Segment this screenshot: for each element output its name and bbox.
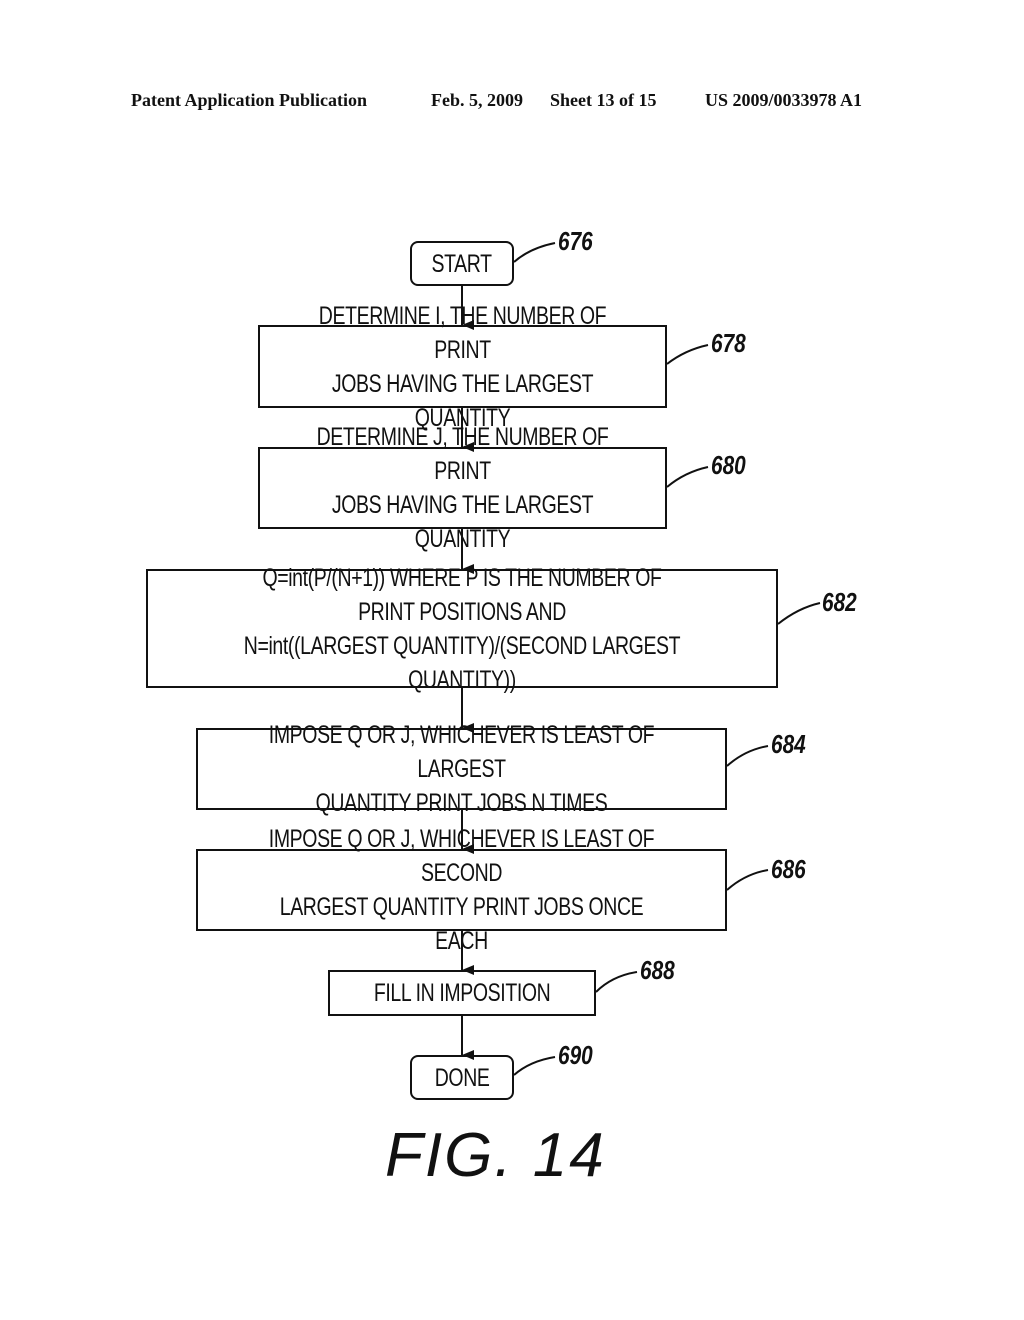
ref-682: 682 [822, 587, 857, 617]
step-text: IMPOSE Q OR J, WHICHEVER IS LEAST OF SEC… [268, 825, 655, 955]
leader-682 [777, 602, 821, 625]
step-text: DONE [434, 1063, 490, 1092]
leader-690 [513, 1056, 556, 1076]
ref-688: 688 [640, 955, 675, 985]
step-text: IMPOSE Q OR J, WHICHEVER IS LEAST OF LAR… [268, 721, 655, 817]
step-678: DETERMINE I, THE NUMBER OF PRINT JOBS HA… [258, 302, 667, 432]
step-text: Q=int(P/(N+1)) WHERE P IS THE NUMBER OF … [243, 563, 681, 694]
ref-686: 686 [771, 854, 806, 884]
figure-label: FIG. 14 [385, 1121, 606, 1190]
ref-690: 690 [558, 1040, 593, 1070]
step-684: IMPOSE Q OR J, WHICHEVER IS LEAST OF LAR… [196, 721, 727, 817]
leader-680 [666, 466, 709, 488]
step-text: FILL IN IMPOSITION [373, 979, 551, 1007]
leader-676 [513, 242, 556, 263]
ref-678: 678 [711, 328, 746, 358]
step-text: DETERMINE I, THE NUMBER OF PRINT JOBS HA… [318, 301, 607, 432]
leader-684 [726, 745, 769, 767]
ref-676: 676 [558, 226, 593, 256]
step-690-done: DONE [410, 1055, 514, 1100]
step-text: DETERMINE J, THE NUMBER OF PRINT JOBS HA… [316, 423, 609, 553]
step-686: IMPOSE Q OR J, WHICHEVER IS LEAST OF SEC… [196, 825, 727, 955]
step-682: Q=int(P/(N+1)) WHERE P IS THE NUMBER OF … [146, 564, 778, 694]
leader-688 [595, 971, 638, 993]
step-688: FILL IN IMPOSITION [328, 970, 596, 1016]
step-676-start: START [410, 241, 514, 286]
leader-686 [726, 869, 769, 891]
ref-684: 684 [771, 729, 806, 759]
leader-678 [666, 344, 709, 365]
step-680: DETERMINE J, THE NUMBER OF PRINT JOBS HA… [258, 423, 667, 553]
step-text: START [431, 249, 493, 278]
ref-680: 680 [711, 450, 746, 480]
